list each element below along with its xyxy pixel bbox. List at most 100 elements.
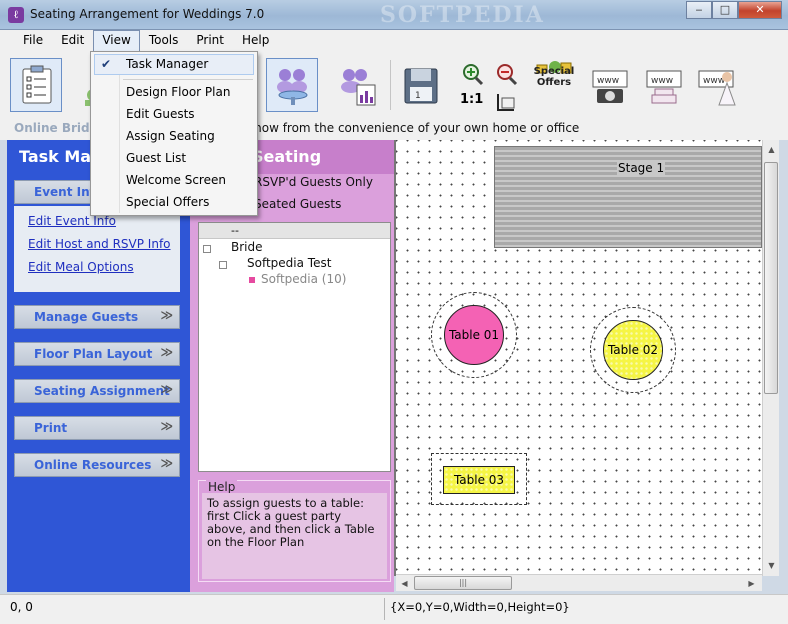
menu-item-special-offers[interactable]: Special Offers xyxy=(94,192,254,213)
svg-text:www: www xyxy=(651,76,673,86)
svg-text:www: www xyxy=(597,76,619,86)
scroll-left-icon[interactable]: ◀ xyxy=(397,576,412,591)
edit-event-info-link[interactable]: Edit Event Info xyxy=(28,214,116,228)
table-03[interactable]: Table 03 xyxy=(443,466,515,494)
stage[interactable]: Stage 1 xyxy=(494,146,762,248)
special-offers-label: Special Offers xyxy=(533,66,575,88)
close-button[interactable]: ✕ xyxy=(738,1,782,19)
horizontal-scrollbar[interactable]: ◀ ||| ▶ xyxy=(396,574,762,591)
task-list-icon xyxy=(22,65,52,104)
rsvp-only-checkbox[interactable]: RSVP'd Guests Only xyxy=(254,175,373,189)
event-info-panel: Edit Event Info Edit Host and RSVP Info … xyxy=(14,206,180,292)
fit-icon xyxy=(497,94,515,111)
chevron-down-icon: ≫ xyxy=(160,345,173,359)
section-label: Print xyxy=(34,421,68,435)
tree-node-guest[interactable]: Softpedia (10) xyxy=(249,272,346,286)
checkmark-icon: ✔ xyxy=(101,57,112,71)
tree-header: -- xyxy=(199,223,390,239)
menu-edit[interactable]: Edit xyxy=(52,30,93,52)
seating-pane-title: Seating xyxy=(252,147,322,166)
www-cake-button[interactable]: www xyxy=(638,58,690,112)
zoom-out-icon xyxy=(497,64,518,86)
pink-bullet-icon xyxy=(249,276,255,283)
tree-node-party[interactable]: Softpedia Test xyxy=(247,256,331,270)
section-online-resources[interactable]: Online Resources ≫ xyxy=(14,453,180,477)
floor-plan-canvas[interactable]: Stage 1 Table 01 Table 02 Table 03 xyxy=(394,140,762,576)
menu-item-edit-guests[interactable]: Edit Guests xyxy=(94,104,254,125)
status-bar: 0, 0 {X=0,Y=0,Width=0,Height=0} xyxy=(0,594,788,624)
help-text: To assign guests to a table: first Click… xyxy=(202,493,387,579)
ticker-message[interactable]: al Show from the convenience of your own… xyxy=(232,121,579,135)
horizontal-scroll-thumb[interactable]: ||| xyxy=(414,576,512,590)
task-list-button[interactable] xyxy=(10,58,62,112)
section-seating-assignment[interactable]: Seating Assignment ≫ xyxy=(14,379,180,403)
status-divider xyxy=(384,598,385,620)
help-box: Help To assign guests to a table: first … xyxy=(198,480,391,582)
ticker-brand: Online Bridal xyxy=(14,121,102,135)
title-bar: ℓ Seating Arrangement for Weddings 7.0 S… xyxy=(0,0,788,30)
www-bride-button[interactable]: www xyxy=(690,58,742,112)
edit-meal-options-link[interactable]: Edit Meal Options xyxy=(28,260,134,274)
guest-chart-button[interactable] xyxy=(330,58,382,112)
scroll-right-icon[interactable]: ▶ xyxy=(744,576,759,591)
section-label: Floor Plan Layout xyxy=(34,347,153,361)
edit-host-rsvp-link[interactable]: Edit Host and RSVP Info xyxy=(28,237,171,251)
section-print[interactable]: Print ≫ xyxy=(14,416,180,440)
chevron-down-icon: ≫ xyxy=(160,419,173,433)
zoom-out-button[interactable] xyxy=(494,62,518,86)
table-label: Table 03 xyxy=(453,473,505,487)
zoom-in-button[interactable] xyxy=(460,62,484,86)
menu-item-design-floor-plan[interactable]: Design Floor Plan xyxy=(94,82,254,103)
section-manage-guests[interactable]: Manage Guests ≫ xyxy=(14,305,180,329)
vertical-scrollbar[interactable]: ▲ ▼ xyxy=(762,140,779,576)
app-icon: ℓ xyxy=(8,7,24,23)
menu-tools[interactable]: Tools xyxy=(140,30,188,52)
menu-view[interactable]: View xyxy=(93,30,140,52)
table-02[interactable]: Table 02 xyxy=(603,320,663,380)
menu-bar: File Edit View Tools Print Help xyxy=(0,30,788,52)
view-menu-dropdown: ✔ Task Manager Design Floor Plan Edit Gu… xyxy=(90,51,258,216)
zoom-in-icon xyxy=(463,64,484,86)
save-icon: 1 xyxy=(404,68,438,104)
table-label: Table 01 xyxy=(448,328,500,342)
section-label: Seating Assignment xyxy=(34,384,170,398)
zoom-reset-button[interactable]: 1:1 xyxy=(460,92,484,116)
fit-button[interactable] xyxy=(494,90,518,114)
table-01[interactable]: Table 01 xyxy=(444,305,504,365)
svg-text:1: 1 xyxy=(415,91,421,101)
menu-help[interactable]: Help xyxy=(233,30,278,52)
window-title: Seating Arrangement for Weddings 7.0 xyxy=(30,7,265,21)
toolbar-separator xyxy=(390,60,391,110)
scroll-up-icon[interactable]: ▲ xyxy=(764,142,779,157)
menu-print[interactable]: Print xyxy=(187,30,233,52)
cursor-coords: 0, 0 xyxy=(10,600,33,614)
www-camera-button[interactable]: www xyxy=(584,58,636,112)
help-title: Help xyxy=(206,480,238,494)
scroll-down-icon[interactable]: ▼ xyxy=(764,558,779,573)
tree-node-bride[interactable]: Bride xyxy=(231,240,263,254)
menu-item-assign-seating[interactable]: Assign Seating xyxy=(94,126,254,147)
menu-item-guest-list[interactable]: Guest List xyxy=(94,148,254,169)
save-button[interactable]: 1 xyxy=(394,58,446,112)
menu-item-welcome-screen[interactable]: Welcome Screen xyxy=(94,170,254,191)
menu-file[interactable]: File xyxy=(14,30,52,52)
maximize-button[interactable]: □ xyxy=(712,1,738,19)
expand-box-icon[interactable] xyxy=(219,261,227,269)
section-label: Manage Guests xyxy=(34,310,139,324)
stage-label: Stage 1 xyxy=(617,161,666,175)
assign-seating-button[interactable] xyxy=(266,58,318,112)
expand-box-icon[interactable] xyxy=(203,245,211,253)
menu-separator xyxy=(123,79,253,80)
seated-guests-checkbox[interactable]: Seated Guests xyxy=(254,197,341,211)
chevron-down-icon: ≫ xyxy=(160,382,173,396)
svg-text:www: www xyxy=(703,76,725,86)
vertical-scroll-thumb[interactable] xyxy=(764,162,778,394)
selection-rect: {X=0,Y=0,Width=0,Height=0} xyxy=(390,600,570,614)
watermark: SOFTPEDIA xyxy=(380,2,545,28)
www-bride-icon: www xyxy=(698,70,736,106)
assign-seating-icon xyxy=(277,69,308,105)
www-camera-icon: www xyxy=(592,70,628,103)
section-floor-plan-layout[interactable]: Floor Plan Layout ≫ xyxy=(14,342,180,366)
menu-item-task-manager[interactable]: ✔ Task Manager xyxy=(94,54,254,75)
minimize-button[interactable]: ‒ xyxy=(686,1,712,19)
